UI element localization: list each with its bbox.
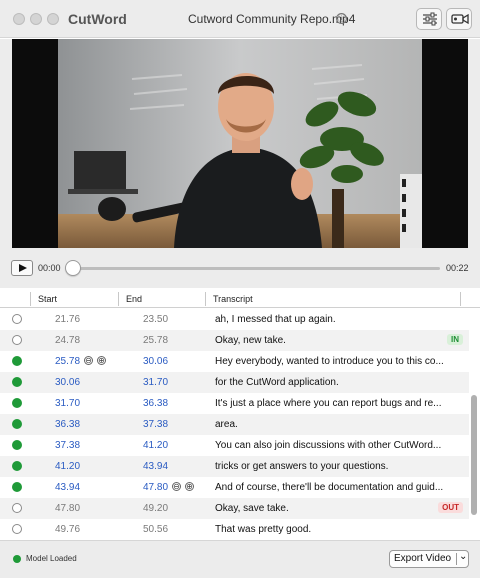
included-indicator[interactable] <box>12 419 22 429</box>
included-indicator[interactable] <box>12 440 22 450</box>
app-name: CutWord <box>68 11 127 27</box>
excluded-indicator[interactable] <box>12 314 22 324</box>
timeline-track[interactable] <box>72 267 440 270</box>
table-row[interactable]: 31.70 36.38 It's just a place where you ca… <box>0 393 469 414</box>
table-row[interactable]: 36.38 37.38 area. <box>0 414 469 435</box>
end-time-cell[interactable]: 37.38 <box>143 419 168 430</box>
column-divider[interactable] <box>460 292 461 306</box>
table-row[interactable]: 30.06 31.70 for the CutWord application. <box>0 372 469 393</box>
table-row[interactable]: 49.76 50.56 That was pretty good. <box>0 519 469 540</box>
export-video-label: Export Video <box>394 553 452 564</box>
end-time-cell[interactable]: 31.70 <box>143 377 168 388</box>
title-bar: CutWord Cutword Community Repo.mp4 ⓘ <box>0 0 480 38</box>
start-time-cell[interactable]: 41.20 <box>55 461 80 472</box>
included-indicator[interactable] <box>12 482 22 492</box>
table-row[interactable]: 47.80 49.20 Okay, save take. OUT <box>0 498 469 519</box>
export-separator <box>456 553 457 565</box>
included-indicator[interactable] <box>12 377 22 387</box>
column-divider[interactable] <box>118 292 119 306</box>
transcript-table: 21.76 23.50 ah, I messed that up again. 24.… <box>0 309 480 540</box>
settings-button[interactable] <box>416 8 442 30</box>
end-time-cell[interactable]: 36.38 <box>143 398 168 409</box>
table-row[interactable]: 43.94 47.80 ⊖ ⊕ And of course, there'll be d… <box>0 477 469 498</box>
export-video-button[interactable]: Export Video ⌄ <box>389 550 469 568</box>
info-icon[interactable]: ⓘ <box>336 13 347 24</box>
start-time-cell[interactable]: 37.38 <box>55 440 80 451</box>
video-view-button[interactable] <box>446 8 472 30</box>
playback-controls: 00:00 00:22 <box>0 248 480 288</box>
table-scrollbar[interactable] <box>471 395 477 515</box>
table-row[interactable]: 21.76 23.50 ah, I messed that up again. <box>0 309 469 330</box>
end-time-cell[interactable]: 47.80 <box>143 482 168 493</box>
current-time: 00:00 <box>38 263 61 273</box>
excluded-indicator[interactable] <box>12 335 22 345</box>
end-time-cell[interactable]: 23.50 <box>143 314 168 325</box>
start-time-cell[interactable]: 36.38 <box>55 419 80 430</box>
column-divider[interactable] <box>30 292 31 306</box>
decrement-time-icon[interactable]: ⊖ <box>172 482 181 491</box>
start-time-cell[interactable]: 49.76 <box>55 524 80 535</box>
transcript-cell[interactable]: tricks or get answers to your questions. <box>215 461 447 472</box>
play-icon[interactable] <box>11 260 33 276</box>
end-time-cell[interactable]: 41.20 <box>143 440 168 451</box>
timeline-scrubber[interactable] <box>65 260 81 276</box>
start-time-cell[interactable]: 21.76 <box>55 314 80 325</box>
table-row[interactable]: 24.78 25.78 Okay, new take. IN <box>0 330 469 351</box>
start-time-cell[interactable]: 43.94 <box>55 482 80 493</box>
video-camera-icon <box>451 13 469 25</box>
transcript-cell[interactable]: Okay, new take. <box>215 335 447 346</box>
transcript-cell[interactable]: Hey everybody, wanted to introduce you t… <box>215 356 447 367</box>
chevron-down-icon[interactable]: ⌄ <box>459 551 467 562</box>
included-indicator[interactable] <box>12 398 22 408</box>
transcript-cell[interactable]: That was pretty good. <box>215 524 447 535</box>
decrement-time-icon[interactable]: ⊖ <box>84 356 93 365</box>
end-time-cell[interactable]: 43.94 <box>143 461 168 472</box>
document-title: Cutword Community Repo.mp4 <box>188 12 356 26</box>
start-time-cell[interactable]: 25.78 <box>55 356 80 367</box>
included-indicator[interactable] <box>12 356 22 366</box>
model-status: Model Loaded <box>26 554 77 563</box>
start-time-cell[interactable]: 30.06 <box>55 377 80 388</box>
video-thumbnail <box>12 39 468 248</box>
increment-time-icon[interactable]: ⊕ <box>185 482 194 491</box>
total-time: 00:22 <box>446 263 469 273</box>
minimize-window-button[interactable] <box>30 13 42 25</box>
end-time-cell[interactable]: 25.78 <box>143 335 168 346</box>
column-divider[interactable] <box>205 292 206 306</box>
transcript-cell[interactable]: Okay, save take. <box>215 503 447 514</box>
sliders-icon <box>423 12 437 26</box>
video-panel <box>0 39 480 248</box>
table-row[interactable]: 41.20 43.94 tricks or get answers to your … <box>0 456 469 477</box>
status-bar: Model Loaded Export Video ⌄ <box>0 540 480 578</box>
zoom-window-button[interactable] <box>47 13 59 25</box>
transcript-cell[interactable]: area. <box>215 419 447 430</box>
end-time-cell[interactable]: 30.06 <box>143 356 168 367</box>
column-header-end[interactable]: End <box>126 294 142 304</box>
transcript-cell[interactable]: for the CutWord application. <box>215 377 447 388</box>
end-time-cell[interactable]: 49.20 <box>143 503 168 514</box>
column-header-transcript[interactable]: Transcript <box>213 294 253 304</box>
transcript-cell[interactable]: And of course, there'll be documentation… <box>215 482 447 493</box>
start-time-cell[interactable]: 31.70 <box>55 398 80 409</box>
transcript-table-header: Start End Transcript <box>0 290 480 308</box>
excluded-indicator[interactable] <box>12 524 22 534</box>
in-point-badge: IN <box>447 334 463 345</box>
out-point-badge: OUT <box>438 502 463 513</box>
status-indicator <box>13 555 21 563</box>
excluded-indicator[interactable] <box>12 503 22 513</box>
start-time-cell[interactable]: 24.78 <box>55 335 80 346</box>
transcript-cell[interactable]: It's just a place where you can report b… <box>215 398 447 409</box>
table-row[interactable]: 37.38 41.20 You can also join discussions … <box>0 435 469 456</box>
video-frame[interactable] <box>12 39 468 248</box>
close-window-button[interactable] <box>13 13 25 25</box>
column-header-start[interactable]: Start <box>38 294 57 304</box>
transcript-cell[interactable]: You can also join discussions with other… <box>215 440 447 451</box>
end-time-cell[interactable]: 50.56 <box>143 524 168 535</box>
start-time-cell[interactable]: 47.80 <box>55 503 80 514</box>
included-indicator[interactable] <box>12 461 22 471</box>
table-row[interactable]: 25.78 30.06 ⊖ ⊕ Hey everybody, wanted to int… <box>0 351 469 372</box>
increment-time-icon[interactable]: ⊕ <box>97 356 106 365</box>
transcript-cell[interactable]: ah, I messed that up again. <box>215 314 447 325</box>
